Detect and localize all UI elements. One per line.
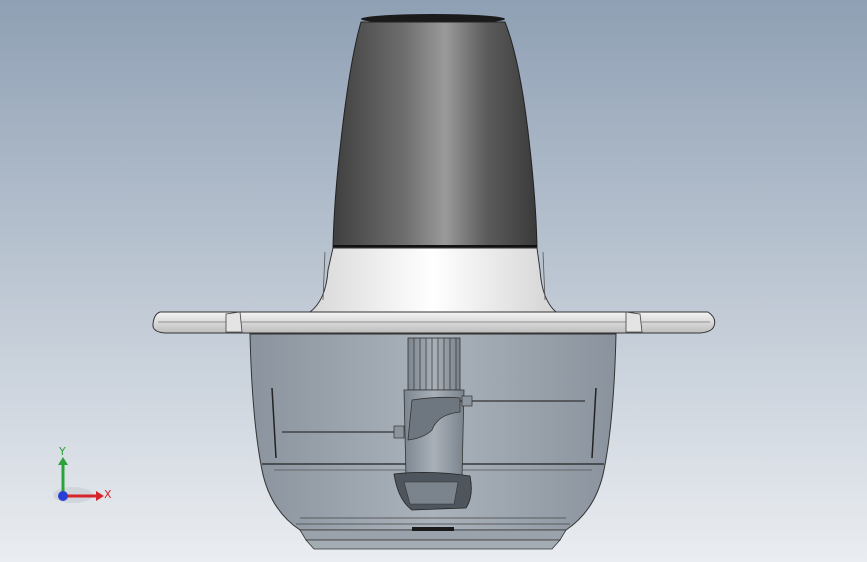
lid-flange[interactable] (152, 311, 716, 334)
motor-housing[interactable] (332, 14, 538, 248)
lid[interactable] (308, 247, 558, 313)
x-axis-label: X (104, 488, 112, 501)
cad-viewport[interactable]: X Y (0, 0, 867, 562)
y-axis-label: Y (58, 445, 66, 458)
z-axis-marker (58, 491, 68, 501)
